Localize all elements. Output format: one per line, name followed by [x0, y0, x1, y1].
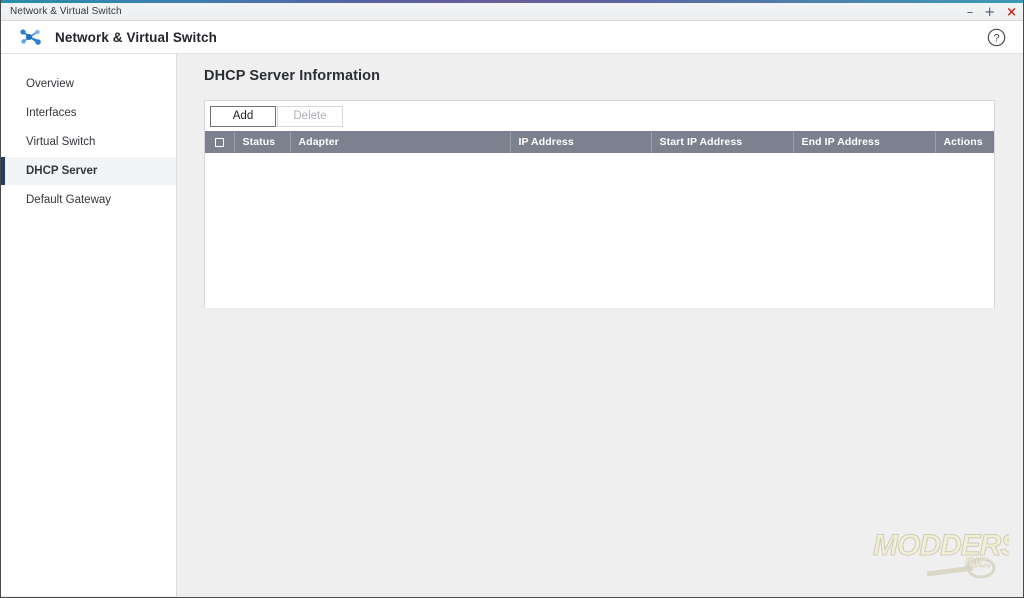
watermark-primary: MODDERS — [873, 529, 1009, 562]
window-titlebar[interactable]: Network & Virtual Switch – + × — [1, 3, 1023, 21]
column-actions[interactable]: Actions — [935, 131, 994, 153]
page-title: DHCP Server Information — [204, 68, 381, 84]
delete-button: Delete — [277, 105, 343, 127]
column-start-ip-address[interactable]: Start IP Address — [651, 131, 794, 153]
table-header: Status Adapter IP Address Start IP Addre… — [205, 131, 994, 153]
window-controls: – + × — [967, 3, 1017, 21]
table-header-row: Status Adapter IP Address Start IP Addre… — [205, 131, 994, 153]
add-button[interactable]: Add — [210, 105, 276, 127]
select-all-checkbox[interactable] — [214, 137, 224, 147]
sidebar-item-dhcp-server[interactable]: DHCP Server — [1, 157, 176, 185]
body-area: Overview Interfaces Virtual Switch DHCP … — [1, 54, 1023, 596]
column-status[interactable]: Status — [234, 131, 291, 153]
svg-text:?: ? — [993, 33, 999, 45]
app-title: Network & Virtual Switch — [55, 29, 217, 45]
watermark-secondary: INC. — [965, 555, 991, 570]
content-area: DHCP Server Information Add Delete Statu… — [177, 54, 1023, 596]
dhcp-server-table: Status Adapter IP Address Start IP Addre… — [205, 131, 994, 153]
sidebar-item-label: DHCP Server — [26, 165, 98, 177]
sidebar: Overview Interfaces Virtual Switch DHCP … — [1, 54, 177, 596]
dhcp-server-panel: Add Delete Status Adapter IP Address Sta… — [204, 100, 995, 308]
minimize-button[interactable]: – — [967, 6, 974, 19]
sidebar-item-label: Interfaces — [26, 107, 77, 119]
window-title: Network & Virtual Switch — [10, 6, 122, 17]
column-end-ip-address[interactable]: End IP Address — [793, 131, 936, 153]
sidebar-item-label: Virtual Switch — [26, 136, 96, 148]
sidebar-item-virtual-switch[interactable]: Virtual Switch — [1, 128, 176, 156]
help-circle-icon[interactable]: ? — [987, 28, 1006, 47]
network-graph-icon — [17, 25, 45, 49]
sidebar-item-overview[interactable]: Overview — [1, 70, 176, 98]
watermark-logo: MODDERS INC. — [869, 522, 1022, 584]
column-ip-address[interactable]: IP Address — [510, 131, 652, 153]
table-body-empty — [205, 153, 994, 308]
sidebar-item-default-gateway[interactable]: Default Gateway — [1, 186, 176, 214]
sidebar-item-label: Overview — [26, 78, 74, 90]
table-toolbar: Add Delete — [205, 101, 994, 131]
application-window: Network & Virtual Switch – + × Network &… — [0, 0, 1024, 598]
sidebar-item-label: Default Gateway — [26, 194, 112, 206]
sidebar-item-interfaces[interactable]: Interfaces — [1, 99, 176, 127]
column-select-all[interactable] — [205, 131, 235, 153]
close-button[interactable]: × — [1006, 6, 1017, 19]
column-adapter[interactable]: Adapter — [290, 131, 511, 153]
maximize-button[interactable]: + — [984, 6, 995, 19]
app-header: Network & Virtual Switch ? — [1, 21, 1023, 54]
